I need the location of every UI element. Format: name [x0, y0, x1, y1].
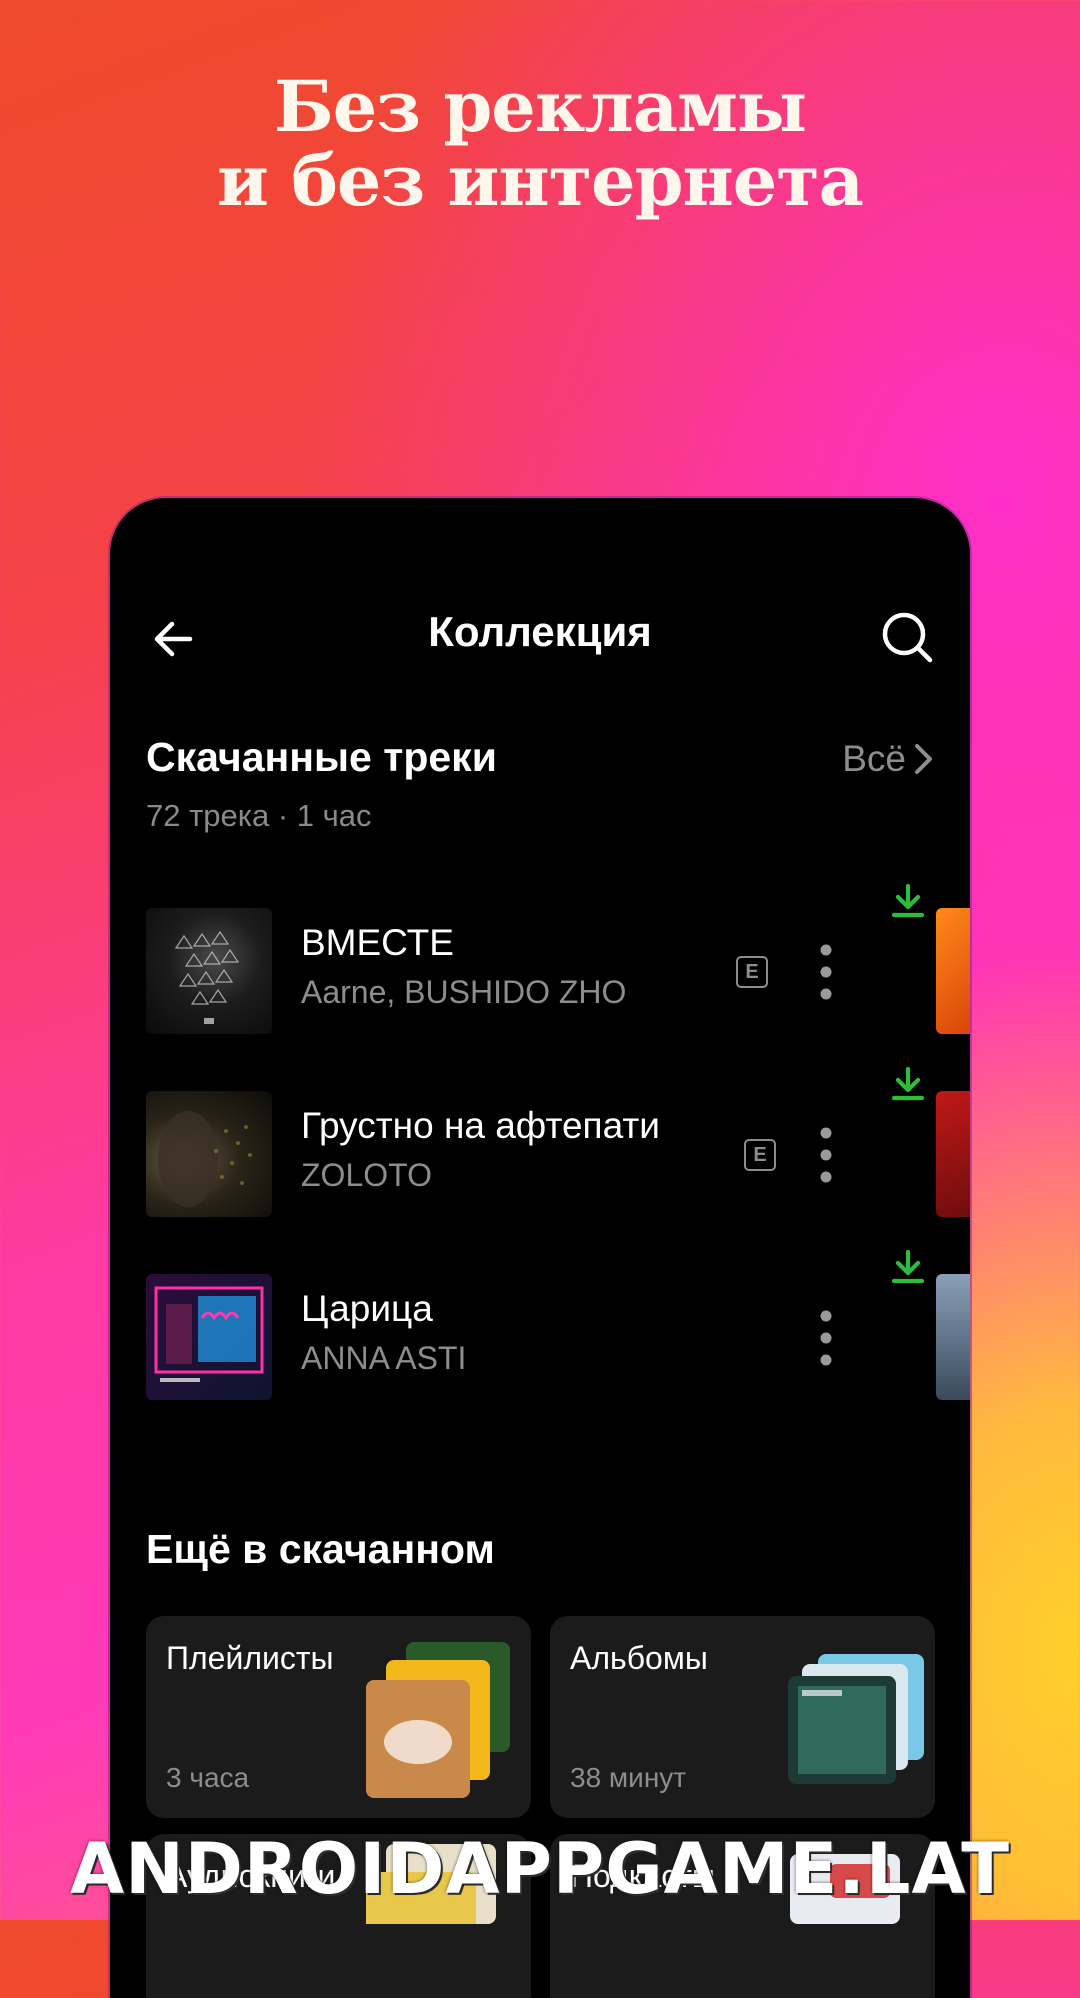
downloaded-tracks-header: Скачанные треки 72 трека · 1 час Всё — [146, 734, 936, 844]
track-artist: Aarne, BUSHIDO ZHO — [301, 974, 627, 1010]
track-row[interactable]: Грустно на афтепати ZOLOTO E — [146, 1067, 936, 1217]
see-all-label: Всё — [842, 738, 906, 779]
more-vertical-icon[interactable] — [814, 942, 838, 1002]
track-artist: ANNA ASTI — [301, 1340, 467, 1376]
card-subtitle: 38 минут — [570, 1762, 687, 1793]
downloaded-icon — [891, 1067, 925, 1101]
album-cover — [146, 908, 272, 1034]
track-row[interactable]: ВМЕСТЕ Aarne, BUSHIDO ZHO E — [146, 884, 936, 1034]
track-title: ВМЕСТЕ — [301, 922, 454, 963]
next-card-peek[interactable] — [936, 1274, 970, 1400]
card-subtitle: 3 часа — [166, 1762, 250, 1793]
playlists-card[interactable]: Плейлисты 3 часа — [146, 1616, 531, 1818]
more-vertical-icon[interactable] — [814, 1308, 838, 1368]
promo-headline: Без рекламы и без интернета — [0, 70, 1080, 218]
cover-art-face — [158, 1111, 252, 1207]
album-stack-icon — [788, 1654, 924, 1784]
card-title: Альбомы — [570, 1640, 708, 1676]
albums-card[interactable]: Альбомы 38 минут — [550, 1616, 935, 1818]
next-card-peek[interactable] — [936, 908, 970, 1034]
phone-screen: Коллекция Скачанные треки 72 трека · 1 ч… — [110, 498, 970, 1998]
track-title: Царица — [301, 1288, 433, 1329]
explicit-badge: E — [744, 1139, 776, 1171]
headline-line-2: и без интернета — [216, 139, 864, 222]
top-bar: Коллекция — [110, 598, 970, 678]
next-card-peek[interactable] — [936, 1091, 970, 1217]
track-title: Грустно на афтепати — [301, 1105, 660, 1146]
watermark-text: ANDROIDAPPGAME.LAT — [70, 1828, 1010, 1910]
track-artist: ZOLOTO — [301, 1157, 432, 1193]
explicit-badge: E — [736, 956, 768, 988]
page-title: Коллекция — [428, 608, 652, 655]
more-downloaded-title: Ещё в скачанном — [146, 1526, 495, 1572]
playlist-collage-icon — [366, 1642, 510, 1798]
downloaded-icon — [891, 884, 925, 918]
see-all-link[interactable]: Всё — [842, 738, 936, 780]
cover-art-pattern — [174, 930, 240, 1024]
album-cover — [146, 1274, 272, 1400]
chevron-right-icon — [915, 744, 932, 774]
cover-art-neon — [154, 1286, 264, 1382]
search-icon[interactable] — [880, 610, 934, 664]
section-subtitle: 72 трека · 1 час — [146, 798, 372, 833]
downloaded-icon — [891, 1250, 925, 1284]
headline-line-1: Без рекламы — [273, 65, 807, 148]
card-title: Плейлисты — [166, 1640, 334, 1676]
section-title: Скачанные треки — [146, 734, 497, 780]
more-vertical-icon[interactable] — [814, 1125, 838, 1185]
track-row[interactable]: Царица ANNA ASTI — [146, 1250, 936, 1400]
album-cover — [146, 1091, 272, 1217]
